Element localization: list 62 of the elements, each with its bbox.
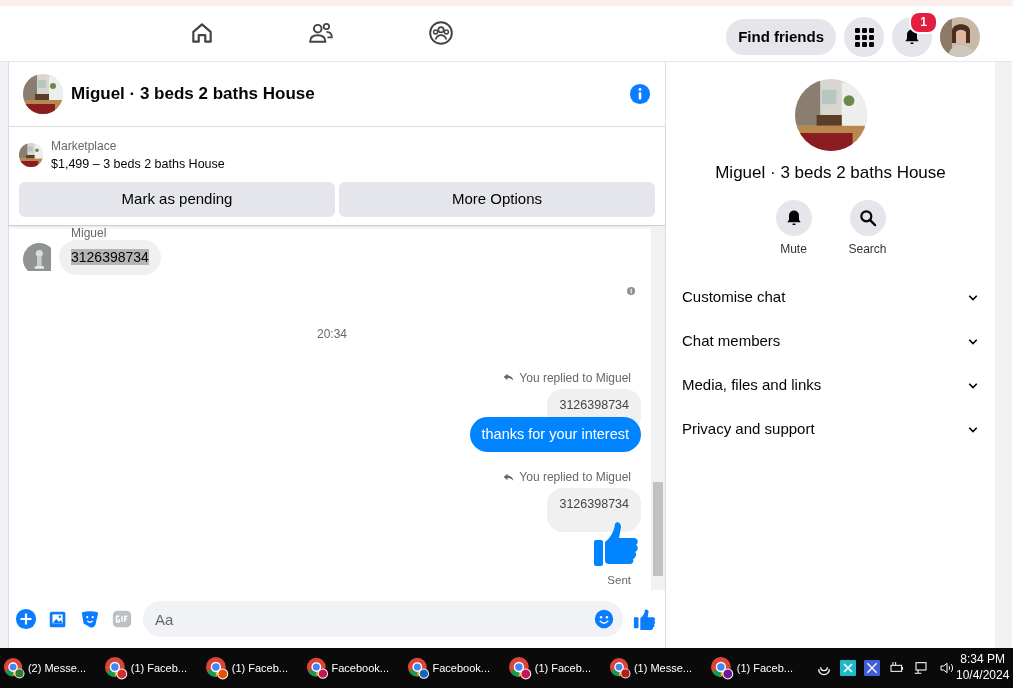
volume-icon[interactable] (938, 660, 956, 676)
info-icon[interactable] (629, 83, 651, 105)
sender-name: Miguel (71, 225, 108, 240)
scrollbar[interactable] (995, 62, 1012, 648)
section-title[interactable]: Chat members (682, 330, 781, 353)
action-button[interactable]: Mark as pending (19, 181, 335, 217)
taskbar-item[interactable]: (1) Faceb... (707, 648, 799, 688)
taskbar-item[interactable]: (2) Messe... (0, 648, 92, 688)
groups-icon[interactable] (428, 20, 454, 46)
message-text: 3126398734 (71, 248, 149, 265)
clock-time[interactable]: 8:34 PM (956, 652, 1010, 668)
conversation-name: Miguel · 3 beds 2 baths House (715, 162, 946, 184)
friends-icon[interactable] (308, 20, 334, 46)
message-bubble: thanks for your interest (469, 416, 641, 453)
network-icon[interactable] (914, 660, 930, 676)
message-input[interactable]: Aa (143, 601, 623, 637)
bell-button[interactable] (775, 199, 812, 236)
scrollbar[interactable] (0, 62, 8, 648)
taskbar-item[interactable]: (1) Faceb... (505, 648, 597, 688)
add-icon[interactable] (15, 608, 37, 630)
browser-icon (104, 656, 128, 680)
browser-icon (508, 656, 532, 680)
reply-note: You replied to Miguel (519, 369, 631, 387)
thumbs-up-icon (593, 520, 641, 568)
marketplace-label: Marketplace (51, 138, 118, 155)
action-label: Mute (780, 240, 807, 258)
action-button[interactable]: More Options (339, 181, 655, 217)
find-friends-button[interactable]: Find friends (726, 19, 836, 55)
browser-icon (609, 656, 631, 680)
browser-icon (306, 656, 329, 680)
listing-title[interactable]: $1,499 – 3 beds 2 baths House (51, 155, 225, 174)
timestamp: 20:34 (316, 325, 348, 343)
reply-note: You replied to Miguel (519, 469, 631, 487)
browser-icon (710, 656, 734, 680)
action-label: Search (848, 240, 887, 258)
taskbar-item[interactable]: Facebook... (404, 648, 496, 688)
app-icon[interactable] (864, 660, 880, 676)
notification-badge: 1 (909, 11, 938, 34)
chat-title: Miguel · 3 beds 2 baths House (71, 83, 316, 106)
section-title[interactable]: Customise chat (682, 286, 786, 309)
search-icon (857, 207, 878, 228)
taskbar-item[interactable]: (1) Faceb... (202, 648, 294, 688)
home-icon[interactable] (189, 20, 215, 46)
grid-icon (854, 27, 874, 47)
browser-icon (407, 656, 430, 680)
app-icon[interactable] (840, 660, 856, 676)
browser-icon (3, 656, 25, 680)
quoted-message: 3126398734 (547, 488, 641, 532)
taskbar-item[interactable]: Facebook... (303, 648, 395, 688)
section-title[interactable]: Media, files and links (682, 374, 822, 397)
browser-icon (205, 656, 229, 680)
thumbs-up-icon[interactable] (633, 608, 655, 630)
delivery-status: Sent (606, 573, 631, 588)
taskbar-item[interactable]: (1) Messe... (606, 648, 698, 688)
clock-date[interactable]: 10/4/2024 (956, 668, 1010, 684)
search-button[interactable] (849, 199, 886, 236)
taskbar-item[interactable]: (1) Faceb... (101, 648, 193, 688)
menu-button[interactable] (844, 17, 884, 57)
emoji-icon[interactable] (594, 609, 614, 629)
section-title[interactable]: Privacy and support (682, 418, 815, 441)
scrollbar[interactable] (651, 225, 665, 590)
sticker-icon[interactable] (79, 608, 101, 630)
